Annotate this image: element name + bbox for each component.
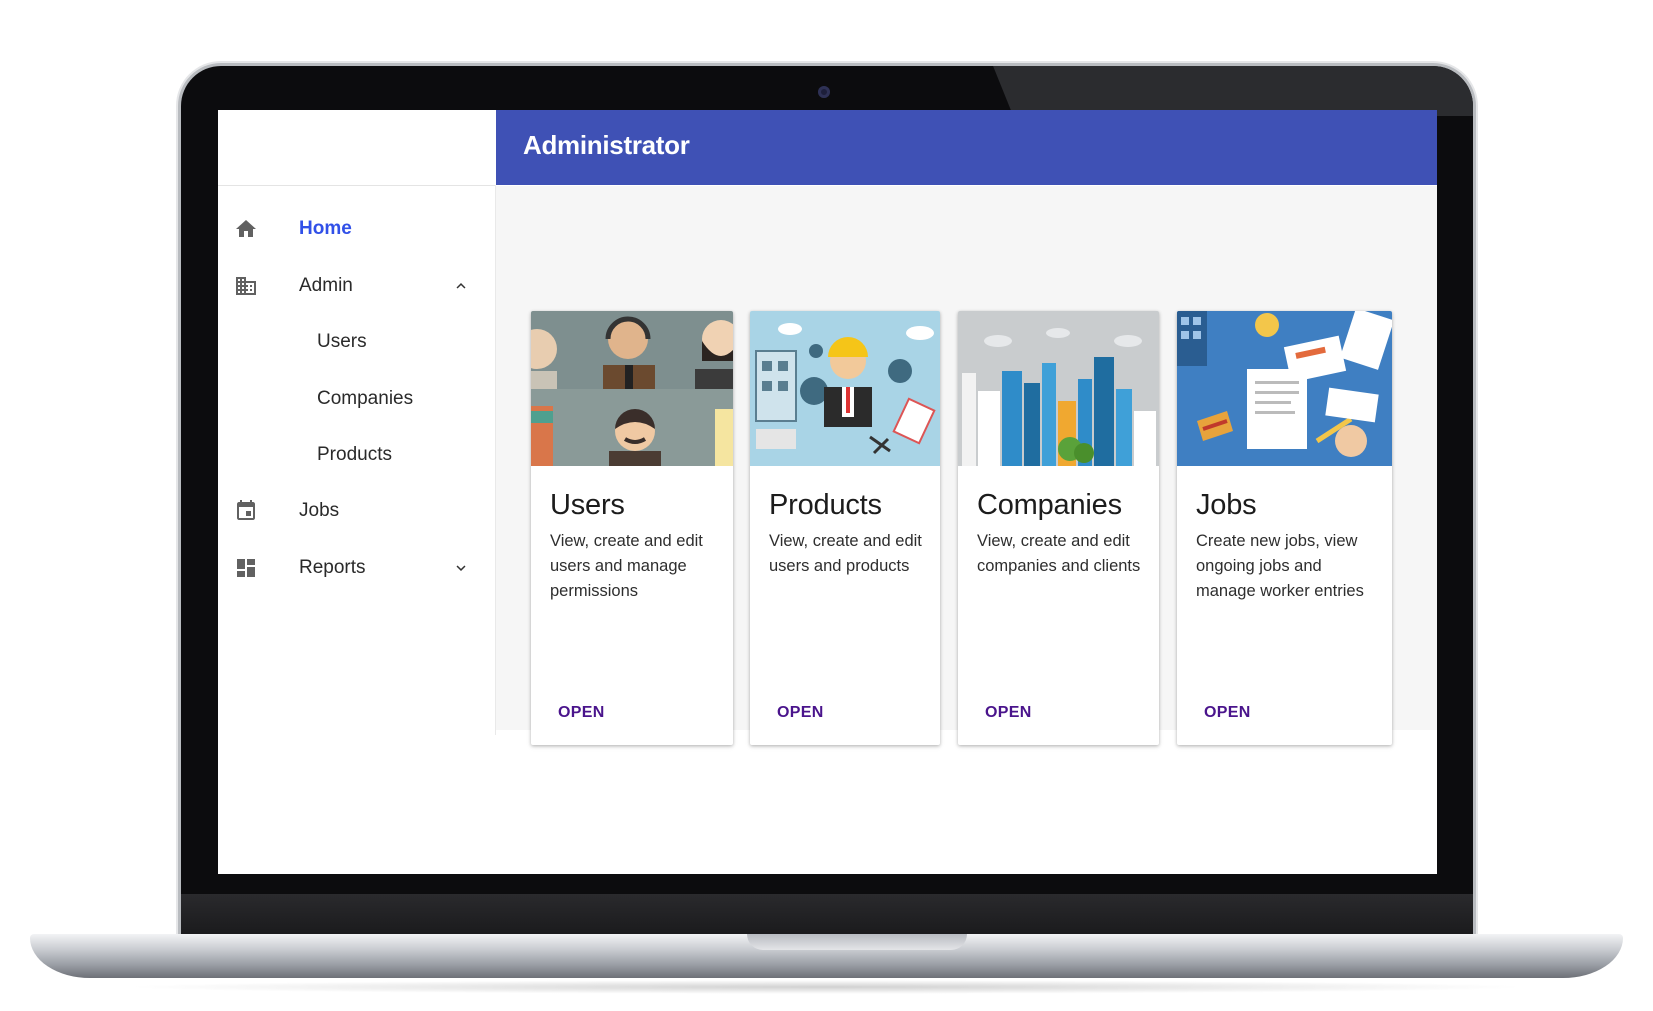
camera-icon [818,86,830,98]
sidebar-item-reports[interactable]: Reports [218,544,495,592]
sidebar-item-label: Users [317,331,367,352]
main-content: Users View, create and edit users and ma… [496,186,1437,745]
sidebar-item-admin[interactable]: Admin [218,262,495,310]
people-illustration [531,311,733,466]
open-button[interactable]: OPEN [777,704,824,722]
card-title: Users [550,489,625,521]
laptop-base [30,934,1623,978]
card-title: Companies [977,489,1122,521]
calendar-icon [237,500,255,520]
sidebar-item-label: Companies [317,388,414,409]
sidebar-item-users[interactable]: Users [218,318,495,366]
open-button[interactable]: OPEN [1204,704,1251,722]
sidebar-item-label: Home [299,218,352,239]
sidebar-item-label: Admin [299,275,353,296]
chevron-down-icon[interactable] [452,559,470,577]
card-description: View, create and edit users and manage p… [550,532,703,600]
card-title: Jobs [1196,489,1257,521]
card-image [750,311,940,466]
engineer-illustration [750,311,940,466]
card-products: Products View, create and edit users and… [750,311,940,745]
sidebar: Home Admin Users Companies Products Jobs [218,110,495,874]
home-icon [236,220,256,237]
sidebar-item-label: Products [317,444,392,465]
city-skyline-illustration [958,311,1159,466]
sidebar-header [218,110,495,186]
sidebar-item-companies[interactable]: Companies [218,375,495,423]
page-title: Administrator [523,130,690,160]
base-notch [747,934,967,950]
card-description: View, create and edit companies and clie… [977,532,1141,575]
card-description: View, create and edit users and products [769,532,922,575]
open-button[interactable]: OPEN [985,704,1032,722]
building-icon [236,277,256,295]
card-description: Create new jobs, view ongoing jobs and m… [1196,532,1364,600]
card-image [1177,311,1392,466]
card-users: Users View, create and edit users and ma… [531,311,733,745]
base-shadow [120,980,1533,994]
sidebar-item-jobs[interactable]: Jobs [218,487,495,535]
bezel-bottom [181,894,1473,936]
dashboard-icon [237,559,255,577]
desk-documents-illustration [1177,311,1392,466]
app-bar: Administrator [496,110,1437,185]
chevron-up-icon[interactable] [452,277,470,295]
sidebar-item-label: Reports [299,557,366,578]
open-button[interactable]: OPEN [558,704,605,722]
card-image [958,311,1159,466]
sidebar-item-products[interactable]: Products [218,431,495,479]
lid-glare [989,66,1473,116]
card-companies: Companies View, create and edit companie… [958,311,1159,745]
screen: Home Admin Users Companies Products Jobs [218,110,1437,874]
card-image [531,311,733,466]
card-title: Products [769,489,882,521]
card-jobs: Jobs Create new jobs, view ongoing jobs … [1177,311,1392,745]
sidebar-item-label: Jobs [299,500,340,521]
sidebar-item-home[interactable]: Home [218,205,495,253]
